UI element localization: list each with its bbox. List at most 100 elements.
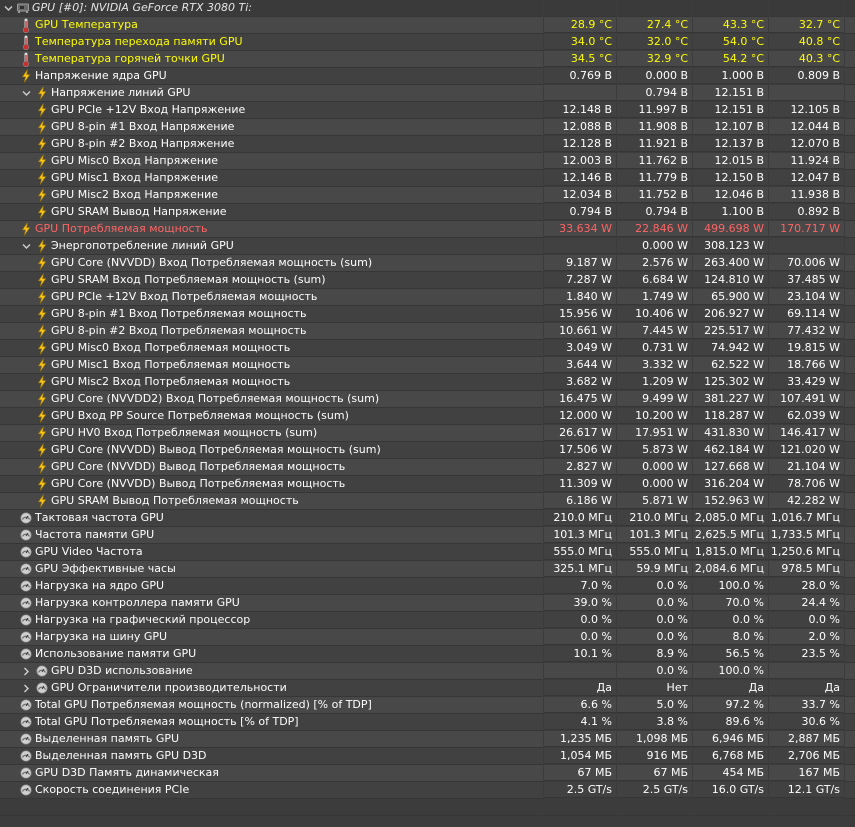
value-max: 2,625.5 МГц bbox=[693, 527, 768, 543]
chevron-down-icon[interactable] bbox=[20, 85, 32, 101]
value-current: 12.000 W bbox=[544, 408, 616, 424]
value-avg bbox=[769, 663, 844, 679]
gpu-icon bbox=[17, 1, 29, 15]
sensor-name-cell: Нагрузка на шину GPU bbox=[0, 629, 543, 646]
sensor-label: Выделенная память GPU D3D bbox=[35, 749, 207, 762]
sensor-row[interactable]: GPU 8-pin #1 Вход Напряжение 12.088 В 11.9… bbox=[0, 119, 855, 136]
sensor-row[interactable]: GPU Core (NVVDD2) Вход Потребляемая мощн… bbox=[0, 391, 855, 408]
value-current: 12.003 В bbox=[544, 153, 616, 169]
value-current: 2.827 W bbox=[544, 459, 616, 475]
sensor-row[interactable]: GPU HV0 Вход Потребляемая мощность (sum)… bbox=[0, 425, 855, 442]
sensor-row[interactable]: GPU Core (NVVDD) Вывод Потребляемая мощн… bbox=[0, 476, 855, 493]
lightning-icon bbox=[36, 239, 48, 253]
sensor-row[interactable]: GPU Video Частота 555.0 МГц 555.0 МГц 1,815… bbox=[0, 544, 855, 561]
sensor-row[interactable]: GPU Misc1 Вход Напряжение 12.146 В 11.779 … bbox=[0, 170, 855, 187]
value-current bbox=[544, 663, 616, 679]
value-avg: 42.282 W bbox=[769, 493, 844, 509]
sensor-row[interactable]: GPU PCIe +12V Вход Потребляемая мощность… bbox=[0, 289, 855, 306]
value-current: 1.840 W bbox=[544, 289, 616, 305]
value-max: 1.000 В bbox=[693, 68, 768, 84]
sensor-row[interactable]: GPU Температура 28.9 °C 27.4 °C 43.3 °C 32.7… bbox=[0, 17, 855, 34]
value-max: 100.0 % bbox=[693, 663, 768, 679]
sensor-name-cell: Total GPU Потребляемая мощность [% of TD… bbox=[0, 714, 543, 731]
sensor-row[interactable]: GPU Core (NVVDD) Вход Потребляемая мощно… bbox=[0, 255, 855, 272]
value-max: 125.302 W bbox=[693, 374, 768, 390]
sensor-row[interactable]: GPU SRAM Вывод Потребляемая мощность 6.18… bbox=[0, 493, 855, 510]
value-min: 916 МБ bbox=[617, 748, 692, 764]
value-min: 5.0 % bbox=[617, 697, 692, 713]
sensor-row[interactable]: GPU Core (NVVDD) Вывод Потребляемая мощн… bbox=[0, 442, 855, 459]
value-max: 43.3 °C bbox=[693, 17, 768, 33]
value-min: 67 МБ bbox=[617, 765, 692, 781]
chevron-right-icon[interactable] bbox=[20, 680, 32, 696]
group-header-label: GPU [#0]: NVIDIA GeForce RTX 3080 Ti: bbox=[32, 1, 252, 14]
sensor-row[interactable]: GPU 8-pin #2 Вход Напряжение 12.128 В 11.9… bbox=[0, 136, 855, 153]
sensor-label: GPU 8-pin #1 Вход Напряжение bbox=[51, 120, 235, 133]
sensor-row[interactable]: GPU 8-pin #2 Вход Потребляемая мощность 1… bbox=[0, 323, 855, 340]
sensor-label: Температура перехода памяти GPU bbox=[35, 35, 243, 48]
value-current: 6.186 W bbox=[544, 493, 616, 509]
sensor-row[interactable]: GPU Вход PP Source Потребляемая мощность… bbox=[0, 408, 855, 425]
sensor-name-wrap: Использование памяти GPU bbox=[20, 646, 196, 662]
sensor-row[interactable]: Нагрузка контроллера памяти GPU 39.0 % 0.0… bbox=[0, 595, 855, 612]
sensor-row[interactable]: GPU Misc2 Вход Потребляемая мощность 3.68… bbox=[0, 374, 855, 391]
sensor-row[interactable]: Total GPU Потребляемая мощность (normali… bbox=[0, 697, 855, 714]
sensor-row[interactable]: Использование памяти GPU 10.1 % 8.9 % 56.5 … bbox=[0, 646, 855, 663]
lightning-icon bbox=[36, 188, 48, 202]
sensor-row[interactable]: GPU SRAM Вход Потребляемая мощность (sum… bbox=[0, 272, 855, 289]
sensor-row[interactable]: Скорость соединения PCIe 2.5 GT/s 2.5 GT/s… bbox=[0, 782, 855, 799]
value-current: 0.769 В bbox=[544, 68, 616, 84]
sensor-row[interactable]: GPU 8-pin #1 Вход Потребляемая мощность 1… bbox=[0, 306, 855, 323]
value-avg: 21.104 W bbox=[769, 459, 844, 475]
gauge-icon bbox=[20, 613, 32, 627]
value-avg: 12.070 В bbox=[769, 136, 844, 152]
sensor-row[interactable]: Напряжение линий GPU 0.794 В 12.151 В bbox=[0, 85, 855, 102]
sensor-row[interactable]: GPU Эффективные часы 325.1 МГц 59.9 МГц 2,0… bbox=[0, 561, 855, 578]
sensor-name-wrap: GPU Ограничители производительности bbox=[36, 680, 287, 696]
sensor-row[interactable]: Нагрузка на графический процессор 0.0 % 0.… bbox=[0, 612, 855, 629]
value-avg: 0.0 % bbox=[769, 612, 844, 628]
sensor-row[interactable]: Температура горячей точки GPU 34.5 °C 32.9… bbox=[0, 51, 855, 68]
sensor-row[interactable]: GPU PCIe +12V Вход Напряжение 12.148 В 11.… bbox=[0, 102, 855, 119]
sensor-name-cell: GPU PCIe +12V Вход Потребляемая мощность bbox=[0, 289, 543, 306]
sensor-row[interactable]: GPU Misc0 Вход Потребляемая мощность 3.04… bbox=[0, 340, 855, 357]
sensor-row[interactable]: GPU Ограничители производительности Да Нет… bbox=[0, 680, 855, 697]
sensor-row[interactable]: Тактовая частота GPU 210.0 МГц 210.0 МГц 2,… bbox=[0, 510, 855, 527]
value-min: 0.0 % bbox=[617, 578, 692, 594]
sensor-name-wrap: GPU Misc1 Вход Потребляемая мощность bbox=[36, 357, 290, 373]
value-avg: 19.815 W bbox=[769, 340, 844, 356]
sensor-row[interactable]: GPU Misc1 Вход Потребляемая мощность 3.64… bbox=[0, 357, 855, 374]
sensor-row[interactable]: Выделенная память GPU 1,235 МБ 1,098 МБ 6,9… bbox=[0, 731, 855, 748]
sensor-name-wrap: GPU Misc0 Вход Напряжение bbox=[36, 153, 218, 169]
sensor-label: Нагрузка на графический процессор bbox=[35, 613, 251, 626]
lightning-icon bbox=[36, 273, 48, 287]
sensor-row[interactable]: GPU Misc2 Вход Напряжение 12.034 В 11.752 … bbox=[0, 187, 855, 204]
sensor-row[interactable]: Энергопотребление линий GPU 0.000 W 308.12… bbox=[0, 238, 855, 255]
sensor-row[interactable]: GPU Core (NVVDD) Вывод Потребляемая мощн… bbox=[0, 459, 855, 476]
sensor-row[interactable]: Total GPU Потребляемая мощность [% of TD… bbox=[0, 714, 855, 731]
group-header-gpu[interactable]: GPU [#0]: NVIDIA GeForce RTX 3080 Ti: bbox=[0, 0, 855, 17]
chevron-right-icon[interactable] bbox=[20, 663, 32, 679]
sensor-row[interactable]: GPU Misc0 Вход Напряжение 12.003 В 11.762 … bbox=[0, 153, 855, 170]
sensor-row[interactable]: GPU Потребляемая мощность 33.634 W 22.846 … bbox=[0, 221, 855, 238]
sensor-row[interactable]: GPU D3D Память динамическая 67 МБ 67 МБ 454… bbox=[0, 765, 855, 782]
sensor-row[interactable]: Выделенная память GPU D3D 1,054 МБ 916 МБ 6… bbox=[0, 748, 855, 765]
sensor-row[interactable]: GPU D3D использование 0.0 % 100.0 % bbox=[0, 663, 855, 680]
sensor-label: GPU Misc2 Вход Напряжение bbox=[51, 188, 219, 201]
sensor-row[interactable]: GPU SRAM Вывод Напряжение 0.794 В 0.794 В1… bbox=[0, 204, 855, 221]
chevron-down-icon[interactable] bbox=[2, 0, 14, 16]
sensor-name-cell: GPU Вход PP Source Потребляемая мощность… bbox=[0, 408, 543, 425]
value-avg: 37.485 W bbox=[769, 272, 844, 288]
sensor-row[interactable]: Напряжение ядра GPU 0.769 В 0.000 В 1.000 В… bbox=[0, 68, 855, 85]
sensor-label: GPU Misc1 Вход Напряжение bbox=[51, 171, 219, 184]
sensor-name-cell: GPU Core (NVVDD2) Вход Потребляемая мощн… bbox=[0, 391, 543, 408]
chevron-down-icon[interactable] bbox=[20, 238, 32, 254]
sensor-row[interactable]: Нагрузка на шину GPU 0.0 % 0.0 % 8.0 % 2.0 % bbox=[0, 629, 855, 646]
value-avg bbox=[769, 85, 844, 101]
value-current: 34.5 °C bbox=[544, 51, 616, 67]
sensor-row[interactable]: Нагрузка на ядро GPU 7.0 % 0.0 % 100.0 % 28.… bbox=[0, 578, 855, 595]
value-min: 0.000 W bbox=[617, 459, 692, 475]
sensor-row[interactable]: Частота памяти GPU 101.3 МГц 101.3 МГц 2,62… bbox=[0, 527, 855, 544]
sensor-row[interactable]: Температура перехода памяти GPU 34.0 °C 32… bbox=[0, 34, 855, 51]
value-min: 0.0 % bbox=[617, 663, 692, 679]
